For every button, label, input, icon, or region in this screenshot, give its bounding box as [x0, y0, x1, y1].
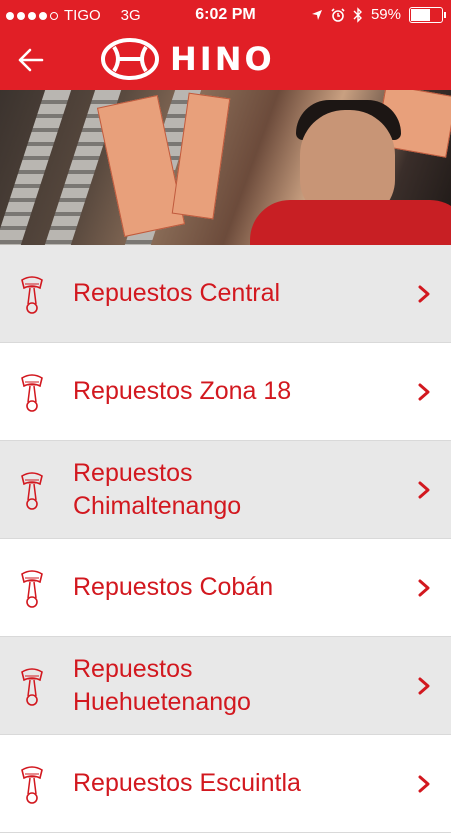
- list-item-label: Repuestos Escuintla: [73, 769, 301, 797]
- branch-list: Repuestos Central Repuestos Zona 18 Repu…: [0, 245, 451, 833]
- app-header: TIGO 3G 6:02 PM 59% HINO: [0, 0, 451, 90]
- location-icon: [311, 9, 322, 20]
- piston-icon: [21, 275, 43, 314]
- chevron-right-icon: [418, 383, 430, 400]
- list-item-label: Repuestos Chimaltenango: [73, 458, 242, 520]
- chevron-right-icon: [418, 677, 430, 694]
- piston-icon: [21, 765, 43, 804]
- piston-icon: [21, 471, 43, 510]
- list-item[interactable]: Repuestos Huehuetenango: [0, 637, 451, 735]
- hino-emblem-icon: [101, 38, 159, 80]
- hero-banner-image: [0, 90, 451, 245]
- list-item-label: Repuestos Central: [73, 279, 281, 307]
- battery-percent: 59%: [370, 6, 401, 23]
- status-bar: TIGO 3G 6:02 PM 59%: [0, 0, 451, 32]
- list-item[interactable]: Repuestos Chimaltenango: [0, 441, 451, 539]
- brand-name: HINO: [170, 40, 275, 78]
- back-arrow-icon[interactable]: [12, 42, 48, 78]
- bluetooth-icon: [353, 6, 362, 23]
- list-item[interactable]: Repuestos Central: [0, 245, 451, 343]
- chevron-right-icon: [418, 481, 430, 498]
- list-item-label: Repuestos Huehuetenango: [73, 654, 251, 716]
- piston-icon: [21, 373, 43, 412]
- alarm-icon: [331, 7, 345, 22]
- piston-icon: [21, 667, 43, 706]
- list-item[interactable]: Repuestos Cobán: [0, 539, 451, 637]
- status-right: 59%: [311, 6, 446, 23]
- chevron-right-icon: [418, 775, 430, 792]
- hino-logo: HINO: [100, 36, 350, 82]
- piston-icon: [21, 569, 43, 608]
- chevron-right-icon: [418, 579, 430, 596]
- list-item[interactable]: Repuestos Zona 18: [0, 343, 451, 441]
- list-item-label: Repuestos Zona 18: [73, 377, 292, 405]
- list-item-label: Repuestos Cobán: [73, 573, 274, 601]
- chevron-right-icon: [418, 285, 430, 302]
- list-item[interactable]: Repuestos Escuintla: [0, 735, 451, 833]
- battery-icon: [409, 6, 446, 23]
